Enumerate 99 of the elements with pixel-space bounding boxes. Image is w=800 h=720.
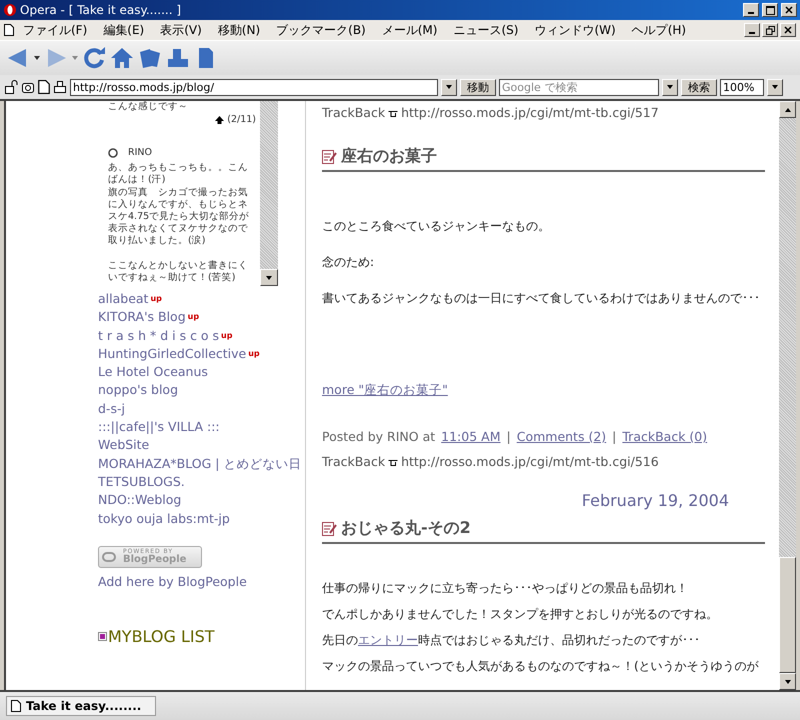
bullet-icon	[98, 632, 107, 641]
update-label: up	[221, 330, 232, 340]
opera-logo-icon	[3, 3, 17, 17]
trackback-label: TrackBack	[322, 454, 386, 469]
dropdown-icon[interactable]	[34, 56, 40, 60]
entry-title: 座右のお菓子	[341, 146, 437, 167]
blog-link[interactable]: d-s-j	[98, 400, 305, 418]
trackback-label: TrackBack	[322, 105, 386, 120]
print-icon[interactable]	[53, 80, 67, 94]
caret-icon	[771, 84, 779, 90]
entry-icon	[322, 522, 337, 536]
blog-link[interactable]: tokyo ouja labs:mt-jp	[98, 510, 305, 528]
blog-link[interactable]: :::||cafe||'s VILLA :::	[98, 418, 305, 436]
reload-button[interactable]	[82, 46, 106, 70]
paragraph: 書いてあるジャンクなものは一日にすべて食しているわけではありませんので･･･	[322, 290, 761, 306]
date-heading: February 19, 2004	[582, 491, 729, 510]
restore-button[interactable]	[762, 23, 778, 37]
menu-item[interactable]: ブックマーク(B)	[269, 20, 373, 40]
caret-icon	[784, 678, 792, 684]
dropdown-button[interactable]	[662, 78, 678, 96]
lock-icon[interactable]	[4, 80, 18, 94]
blog-link[interactable]: Le Hotel Oceanus	[98, 363, 305, 382]
blog-link[interactable]: noppo's blog	[98, 381, 305, 400]
maximize-button[interactable]	[762, 3, 778, 17]
scroll-down-button[interactable]	[779, 673, 796, 690]
paragraph: 先日のエントリー時点ではおじゃる丸だけ、品切れだったのですが･･･	[322, 632, 701, 648]
menu-item[interactable]: ファイル(F)	[16, 20, 94, 40]
menu-item[interactable]: ウィンドウ(W)	[527, 20, 623, 40]
address-field[interactable]: http://rosso.mods.jp/blog/	[70, 78, 438, 96]
blog-link[interactable]: TETSUBLOGS.	[98, 472, 305, 492]
blog-link[interactable]: WebSite	[98, 436, 305, 455]
menu-item[interactable]: 移動(N)	[210, 20, 268, 40]
update-label: up	[150, 294, 162, 303]
time-link[interactable]: 11:05 AM	[441, 429, 500, 444]
caret-icon	[784, 106, 792, 112]
search-button[interactable]: 検索	[681, 78, 717, 96]
comment-text: ここなんとかしないと書きにくいですねぇ～助けて！(苦笑)	[108, 260, 249, 284]
separator: |	[612, 429, 616, 444]
window-title: Opera - [ Take it easy....... ]	[20, 3, 182, 17]
minimize-button[interactable]	[743, 3, 759, 17]
menu-item[interactable]: ニュース(S)	[446, 20, 526, 40]
document-icon	[4, 24, 14, 36]
status-text: Take it easy........	[26, 699, 142, 713]
comment-text: あ、あっちもこっちも。。こんばんは！(汗)	[108, 162, 249, 186]
separator: |	[506, 429, 511, 444]
scrollbar-thumb[interactable]	[779, 557, 796, 673]
up-arrow-icon	[215, 116, 224, 124]
search-field[interactable]: Google で検索	[499, 78, 659, 96]
scroll-down-button[interactable]	[260, 269, 278, 286]
home-button[interactable]	[110, 46, 134, 70]
paragraph: このところ食べているジャンキーなもの。	[322, 218, 551, 234]
close-icon	[784, 26, 792, 34]
update-label: up	[188, 312, 200, 322]
dropdown-button[interactable]	[441, 78, 457, 96]
menu-item[interactable]: ヘルプ(H)	[624, 20, 694, 40]
zoom-field[interactable]: 100%	[720, 78, 764, 96]
comment-text: こんな感じです～	[108, 101, 189, 113]
menu-item[interactable]: 編集(E)	[96, 20, 152, 40]
section-title: MYBLOG LIST	[108, 626, 215, 646]
circle-icon	[108, 148, 118, 158]
page-icon	[38, 80, 50, 94]
more-link[interactable]: more "座右のお菓子"	[322, 382, 448, 399]
add-link[interactable]: Add here by BlogPeople	[98, 574, 305, 589]
restore-icon	[766, 26, 774, 34]
paragraph: 仕事の帰りにマックに立ち寄ったら･･･やっぱりどの景品も品切れ！	[322, 580, 689, 596]
comments-link[interactable]: Comments (2)	[516, 429, 606, 444]
camera-icon[interactable]	[21, 80, 35, 94]
paragraph: でんポしかありませんでした！スタンプを押すとおしりが光るのですね。	[322, 606, 719, 622]
blog-link[interactable]: MORAHAZA*BLOG | とめどない日	[98, 454, 305, 473]
update-label: up	[248, 348, 260, 358]
cards-button[interactable]	[138, 46, 162, 70]
maximize-icon	[766, 6, 774, 14]
go-button[interactable]: 移動	[460, 78, 496, 96]
menu-item[interactable]: 表示(V)	[153, 20, 209, 40]
trackback-url: http://rosso.mods.jp/cgi/mt/mt-tb.cgi/517	[401, 105, 659, 120]
caret-icon	[445, 84, 453, 90]
comment-text: 旗の写真 シカゴで撮ったお気に入りなんですが、もじらとネスケ4.75で見たら大切な部分が表示されなくてヌケサクなので取り払いました。(涙)	[108, 187, 250, 247]
posted-by: Posted by RINO at	[322, 429, 436, 444]
minimize-button[interactable]	[744, 23, 760, 37]
close-button[interactable]	[781, 3, 797, 17]
entry-title: おじゃる丸-その2	[341, 518, 471, 539]
trackback-url: http://rosso.mods.jp/cgi/mt/mt-tb.cgi/516	[401, 454, 659, 469]
page-counter: (2/11)	[227, 114, 256, 126]
entry-link[interactable]: エントリー	[358, 633, 418, 647]
caret-icon	[666, 84, 674, 90]
dropdown-button[interactable]	[767, 78, 783, 96]
blog-link[interactable]: NDO::Weblog	[98, 491, 305, 510]
entry-icon	[322, 150, 337, 164]
page-icon	[11, 700, 21, 712]
close-icon	[785, 6, 793, 14]
close-button[interactable]	[780, 23, 796, 37]
print-button[interactable]	[166, 46, 190, 70]
paragraph: マックの景品っていつでも人気があるものなのですね～！(というかそうゆうのが	[322, 658, 760, 674]
scroll-up-button[interactable]	[779, 101, 796, 118]
trackback-link[interactable]: TrackBack (0)	[622, 429, 708, 444]
caret-icon	[265, 274, 273, 280]
paragraph: 念のため:	[322, 254, 376, 270]
comment-author: RINO	[128, 147, 152, 159]
menu-item[interactable]: メール(M)	[374, 20, 444, 40]
